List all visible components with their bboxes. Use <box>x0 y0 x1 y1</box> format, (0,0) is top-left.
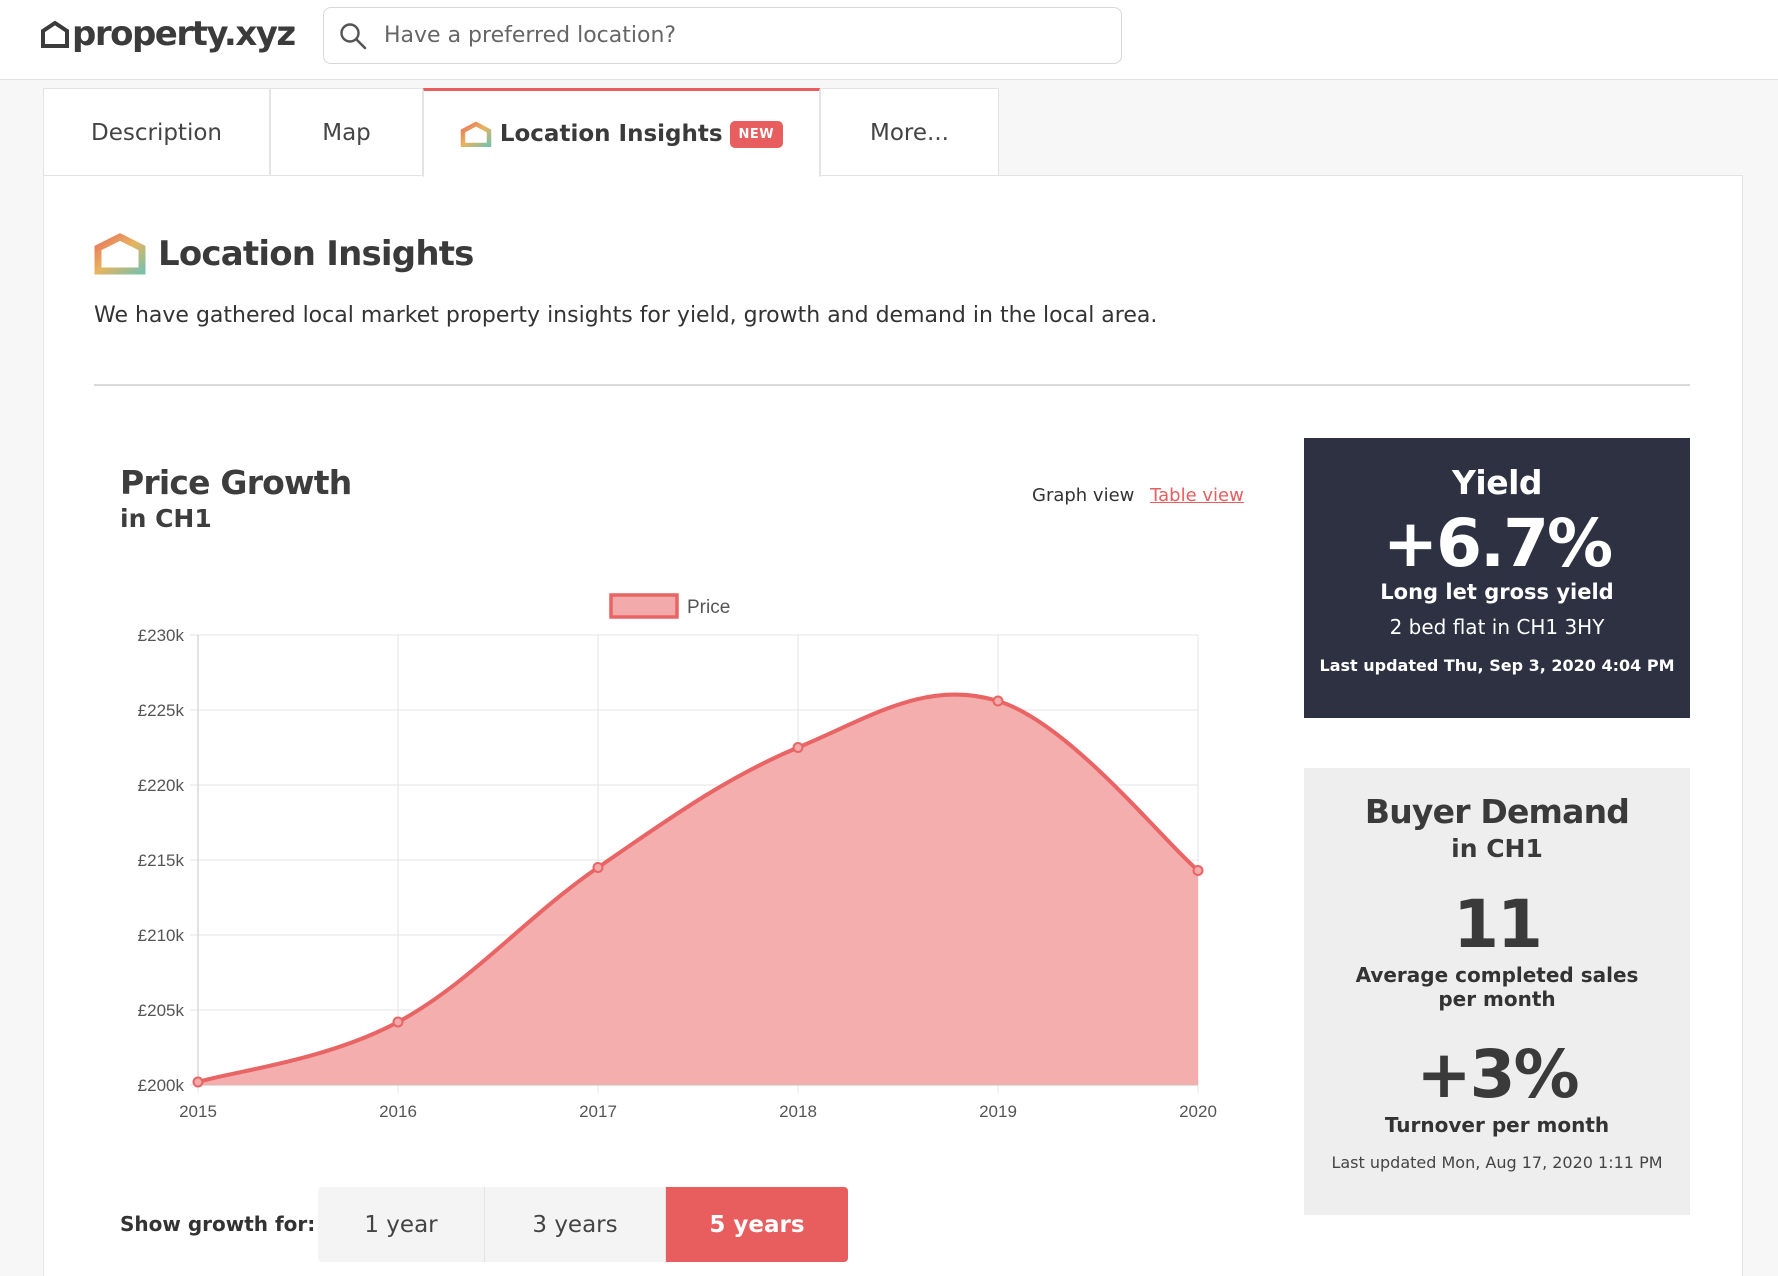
demand-title: Buyer Demand <box>1364 792 1630 831</box>
y-tick-label: £210k <box>138 926 185 945</box>
tab-location-insights[interactable]: Location Insights NEW <box>423 88 820 177</box>
yield-updated: Last updated Thu, Sep 3, 2020 4:04 PM <box>1319 656 1675 675</box>
y-tick-label: £225k <box>138 701 185 720</box>
price-data-point <box>392 1016 404 1028</box>
price-data-point <box>792 742 804 753</box>
legend-swatch <box>609 593 679 619</box>
sales-label: Average completed sales per month <box>1355 963 1639 1011</box>
graph-view-label: Graph view <box>1032 485 1135 506</box>
range-3-years-button[interactable]: 3 years <box>485 1187 666 1262</box>
yield-card: Yield +6.7% Long let gross yield 2 bed f… <box>1304 438 1690 718</box>
price-data-point <box>992 695 1004 707</box>
search-box[interactable] <box>323 7 1122 64</box>
range-option-label: 5 years <box>709 1211 805 1238</box>
price-data-point <box>592 862 604 873</box>
legend-label: Price <box>687 597 730 618</box>
x-tick-label: 2019 <box>979 1102 1017 1121</box>
x-tick-label: 2016 <box>379 1102 417 1121</box>
tab-label: Description <box>91 119 222 146</box>
price-data-point <box>192 1076 204 1088</box>
location-insights-icon <box>94 233 146 275</box>
tab-description[interactable]: Description <box>43 88 270 176</box>
section-title: Location Insights <box>94 233 474 275</box>
buyer-demand-card: Buyer Demand in CH1 11 Average completed… <box>1304 768 1690 1215</box>
range-option-label: 3 years <box>532 1211 618 1238</box>
x-tick-label: 2015 <box>179 1102 217 1121</box>
price-data-point <box>1192 865 1204 876</box>
turnover-label: Turnover per month <box>1384 1113 1610 1137</box>
y-tick-label: £205k <box>138 1001 185 1020</box>
y-tick-label: £215k <box>138 851 185 870</box>
top-bar: property.xyz <box>0 0 1778 80</box>
sales-value: 11 <box>1453 886 1543 963</box>
range-5-years-button[interactable]: 5 years <box>666 1187 848 1262</box>
price-growth-subtitle: in CH1 <box>120 504 212 533</box>
location-insights-icon <box>460 121 492 147</box>
table-view-link[interactable]: Table view <box>1150 485 1244 506</box>
yield-property: 2 bed flat in CH1 3HY <box>1389 615 1605 639</box>
y-tick-label: £230k <box>138 626 185 645</box>
x-tick-label: 2017 <box>579 1102 617 1121</box>
price-growth-chart: £200k £205k £210k £215k £220k £225k £230k 2015 2… <box>138 593 1217 1121</box>
demand-subtitle: in CH1 <box>1451 834 1543 863</box>
tab-map[interactable]: Map <box>270 88 423 176</box>
logo-text: property.xyz <box>72 14 296 54</box>
search-icon <box>340 22 367 49</box>
house-logo-icon <box>41 20 69 48</box>
search-input[interactable] <box>384 23 1084 48</box>
section-intro: We have gathered local market property i… <box>94 303 1158 328</box>
range-option-label: 1 year <box>364 1211 438 1238</box>
range-1-year-button[interactable]: 1 year <box>318 1187 485 1262</box>
price-area-fill <box>198 694 1198 1085</box>
price-growth-title: Price Growth <box>120 463 352 502</box>
x-tick-label: 2020 <box>1179 1102 1217 1121</box>
y-tick-label: £200k <box>138 1076 185 1095</box>
section-title-text: Location Insights <box>158 234 474 274</box>
site-logo[interactable]: property.xyz <box>40 14 296 54</box>
yield-value: +6.7% <box>1382 505 1613 582</box>
x-tick-label: 2018 <box>779 1102 817 1121</box>
demand-updated: Last updated Mon, Aug 17, 2020 1:11 PM <box>1331 1153 1663 1172</box>
tab-label: Location Insights <box>499 121 723 147</box>
tab-label: More... <box>870 119 949 146</box>
range-label: Show growth for: <box>120 1212 316 1236</box>
new-badge: NEW <box>729 120 784 148</box>
yield-description: Long let gross yield <box>1380 580 1614 604</box>
divider <box>94 384 1690 386</box>
tab-label: Map <box>322 119 371 146</box>
tab-more[interactable]: More... <box>820 88 999 176</box>
view-toggle: Graph view Table view <box>1032 485 1244 506</box>
y-tick-label: £220k <box>138 776 185 795</box>
turnover-value: +3% <box>1416 1036 1579 1113</box>
yield-title: Yield <box>1451 463 1543 502</box>
